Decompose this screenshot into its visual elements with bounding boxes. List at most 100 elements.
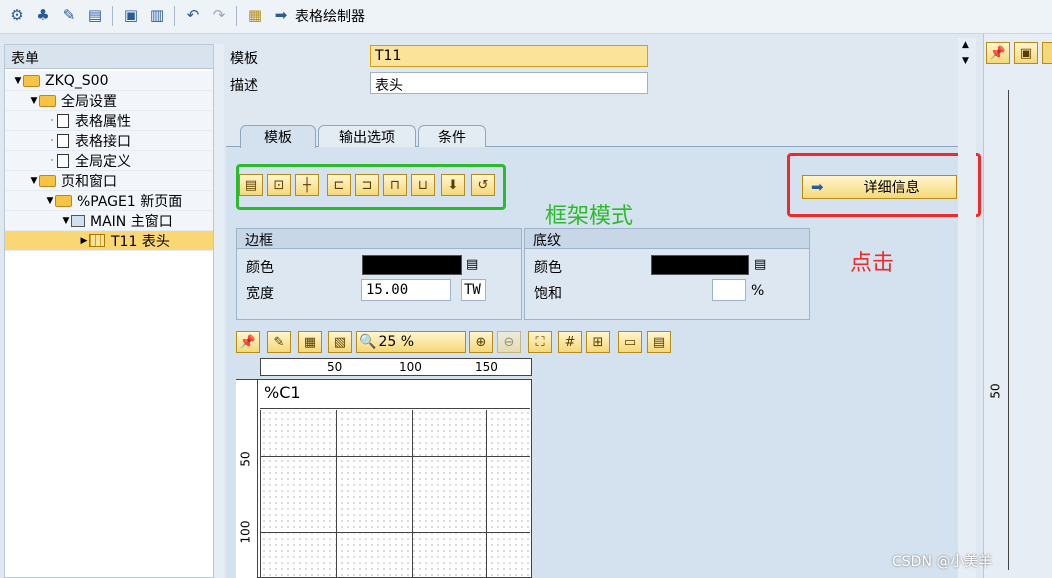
frame-grid-icon[interactable]: ⊞ [586,331,610,353]
cell-grid[interactable] [260,410,530,578]
scroll-up-icon[interactable]: ▲ [962,40,969,50]
frame-left-icon[interactable]: ⊏ [327,174,351,196]
frame-inner-icon[interactable]: ⊡ [267,174,291,196]
pencil-icon[interactable]: ✎ [267,331,291,353]
right-ruler-line [1008,90,1009,570]
download-frame-icon[interactable]: ⬇ [441,174,465,196]
document-icon [57,113,69,128]
main-scrollbar[interactable]: ▲ ▼ [958,38,976,578]
expand-icon[interactable]: ▼ [29,176,39,186]
cell-header[interactable]: %C1 [260,381,530,409]
expand-icon[interactable]: ▼ [45,196,55,206]
border-color-label: 颜色 [246,260,274,276]
collapse-icon[interactable]: ▶ [79,236,89,246]
border-group-title: 边框 [237,229,521,249]
redo-icon[interactable]: ↷ [208,5,230,25]
column-divider[interactable] [486,410,487,578]
percent-label: % [751,283,765,299]
arrow-right-icon: ➡ [811,178,824,196]
tree-node-zkq[interactable]: ▼ ZKQ_S00 [5,71,213,91]
color-picker-icon[interactable]: ▤ [466,257,480,274]
folder-icon [39,174,56,187]
description-input[interactable]: 表头 [370,72,648,94]
undo-icon[interactable]: ↶ [182,5,204,25]
folder-icon [55,194,72,207]
frame-right-icon[interactable]: ⊐ [355,174,379,196]
tree-node-global-definitions[interactable]: · 全局定义 [5,151,213,171]
structure-icon[interactable]: ♣ [32,5,54,25]
saturation-label: 饱和 [534,286,562,302]
border-width-input[interactable]: 15.00 [361,279,451,301]
app-toolbar: ⚙ ♣ ✎ ▤ ▣ ▥ ↶ ↷ ▦ ➡ 表格绘制器 [0,0,1052,34]
tree-node-pages-windows[interactable]: ▼ 页和窗口 [5,171,213,191]
folder-icon [39,94,56,107]
ruler-tick-label: 100 [238,520,253,544]
ruler-tick-label: 50 [327,360,343,374]
tree-node-main-window[interactable]: ▼ MAIN 主窗口 [5,211,213,231]
frame-cross-icon[interactable]: ┼ [295,174,319,196]
expand-icon[interactable]: ▼ [13,76,23,86]
scroll-down-icon[interactable]: ▼ [962,56,969,66]
form-tree: 表单 ▼ ZKQ_S00 ▼ 全局设置 · 表格属性 · 表格接口 · 全局定义… [4,44,214,578]
tree-label: T11 表头 [111,233,170,250]
ruler-tick-label: 150 [475,360,498,374]
ruler-tick-label: 100 [399,360,422,374]
table-icon [89,234,105,247]
expand-icon[interactable]: ▼ [61,216,71,226]
frame-bottom-icon[interactable]: ⊔ [411,174,435,196]
more-icon[interactable] [1042,42,1052,64]
pin-icon[interactable]: 📌 [236,331,260,353]
zoom-select[interactable]: 🔍 25 % [356,331,466,353]
select-table-icon[interactable]: ▤ [239,174,263,196]
border-color-swatch[interactable] [362,255,462,275]
row-divider[interactable] [260,456,530,457]
table-painter-label[interactable]: 表格绘制器 [295,6,365,26]
folder-icon [23,74,40,87]
arrow-right-icon: ➡ [274,6,288,24]
grid-icon[interactable]: # [558,331,582,353]
template-input[interactable]: T11 [370,45,648,67]
print-icon[interactable]: ▤ [84,5,106,25]
row-divider[interactable] [260,532,530,533]
tab-output-options[interactable]: 输出选项 [318,125,416,147]
column-divider[interactable] [336,410,337,578]
splitter[interactable] [214,44,224,578]
properties-icon[interactable]: ▤ [647,331,671,353]
layers-icon[interactable]: ▧ [328,331,352,353]
tab-template[interactable]: 模板 [240,125,316,148]
tree-label: ZKQ_S00 [45,72,109,89]
fit-icon[interactable]: ⛶ [528,331,552,353]
expand-icon[interactable]: ▼ [29,96,39,106]
paste-icon[interactable]: ▥ [146,5,168,25]
copy-icon[interactable]: ▣ [120,5,142,25]
tab-conditions[interactable]: 条件 [418,125,486,147]
ruler-tick-label: 50 [238,451,253,467]
hierarchy-icon[interactable]: ⚙ [6,5,28,25]
pin-icon[interactable]: 📌 [986,42,1010,64]
tree-node-form-interface[interactable]: · 表格接口 [5,131,213,151]
horizontal-ruler: 50 100 150 [260,358,532,376]
frame-top-icon[interactable]: ⊓ [383,174,407,196]
saturation-input[interactable] [712,279,746,301]
cell-label: %C1 [264,383,301,402]
color-picker-icon[interactable]: ▤ [754,257,768,274]
ruler-icon[interactable]: ▭ [618,331,642,353]
details-button[interactable]: ➡ 详细信息 [802,175,957,199]
shading-group-title: 底纹 [525,229,809,249]
form-painter-icon[interactable]: ▦ [244,5,266,25]
shading-color-swatch[interactable] [651,255,749,275]
column-divider[interactable] [412,410,413,578]
wand-icon[interactable]: ✎ [58,5,80,25]
tree-node-global-settings[interactable]: ▼ 全局设置 [5,91,213,111]
table-grid-icon[interactable]: ▦ [298,331,322,353]
zoom-out-icon[interactable]: ⊖ [497,331,521,353]
reset-frame-icon[interactable]: ↺ [471,174,495,196]
window-icon [71,214,85,227]
zoom-in-icon[interactable]: ⊕ [469,331,493,353]
tree-node-page1[interactable]: ▼ %PAGE1 新页面 [5,191,213,211]
frame-icon[interactable]: ▣ [1014,42,1038,64]
tree-node-form-attributes[interactable]: · 表格属性 [5,111,213,131]
border-unit-field[interactable]: TW [461,279,486,301]
watermark: CSDN @小美羊 [892,554,993,570]
tree-node-t11[interactable]: ▶ T11 表头 [5,231,213,251]
